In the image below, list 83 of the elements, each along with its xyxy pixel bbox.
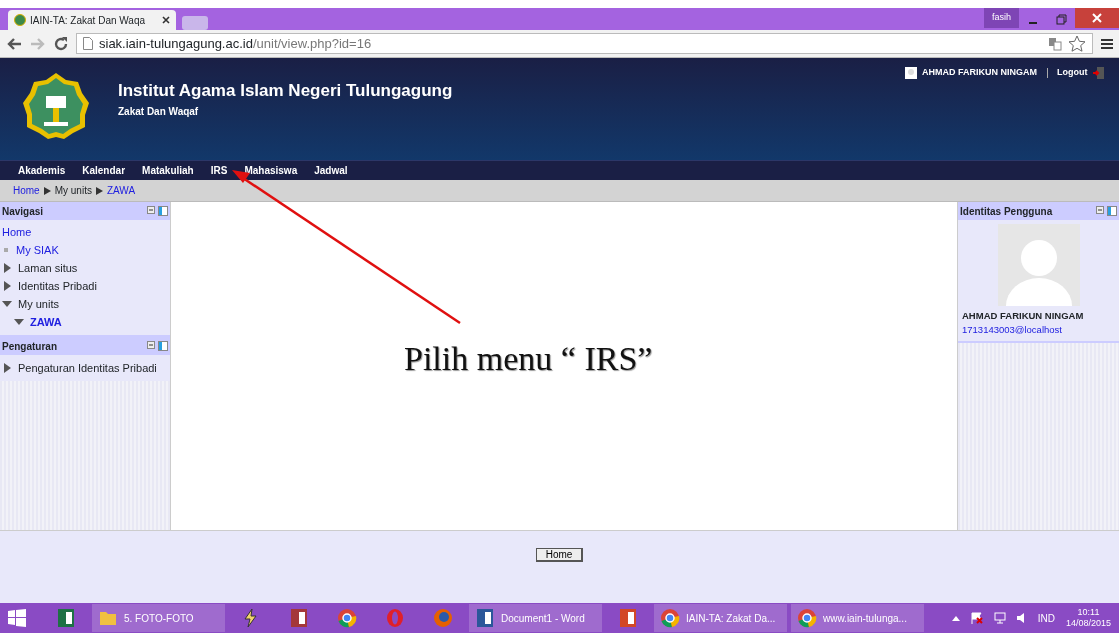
chevron-up-icon[interactable] — [951, 615, 960, 621]
menu-item[interactable]: Mahasiswa — [244, 163, 298, 178]
clock-time: 10:11 — [1076, 607, 1101, 618]
menu-item[interactable]: Matakuliah — [142, 163, 194, 178]
taskbar-button[interactable]: www.iain-tulunga... — [791, 604, 924, 632]
taskbar-label: 5. FOTO-FOTO — [124, 611, 194, 626]
browser-icon — [797, 608, 817, 628]
nav-link[interactable]: My SIAK — [16, 241, 59, 259]
logout-link[interactable]: Logout — [1057, 66, 1088, 80]
database-app-icon — [289, 608, 309, 628]
separator-icon — [43, 186, 51, 195]
expanded-icon[interactable] — [2, 299, 12, 309]
collapse-icon[interactable] — [147, 206, 156, 214]
browser-icon — [337, 608, 357, 628]
clock-date: 14/08/2015 — [1065, 618, 1111, 629]
user-name: AHMAD FARIKUN NINGAM — [962, 308, 1085, 323]
taskbar-label: IAIN-TA: Zakat Da... — [686, 611, 776, 626]
nav-link[interactable]: ZAWA — [30, 313, 62, 331]
browser-tab[interactable]: IAIN-TA: Zakat Dan Waqa — [8, 10, 176, 30]
spreadsheet-icon — [56, 608, 76, 628]
separator-icon — [95, 186, 103, 195]
block-title: Identitas Pengguna — [960, 204, 1053, 219]
menu-icon[interactable] — [1101, 37, 1113, 50]
tab-title: IAIN-TA: Zakat Dan Waqa — [30, 13, 147, 28]
menu-item[interactable]: Akademis — [18, 163, 66, 178]
breadcrumb-item: My units — [54, 184, 92, 198]
nav-item[interactable]: Pengaturan Identitas Pribadi — [18, 359, 157, 377]
nav-link[interactable]: Home — [2, 223, 32, 241]
nav-item[interactable]: Identitas Pribadi — [18, 277, 97, 295]
taskbar-button[interactable]: IAIN-TA: Zakat Da... — [654, 604, 787, 632]
close-icon[interactable] — [162, 16, 170, 24]
language-indicator[interactable]: IND — [1037, 610, 1055, 626]
block-title: Navigasi — [2, 204, 44, 219]
breadcrumb-link[interactable]: ZAWA — [106, 183, 136, 198]
site-subtitle: Zakat Dan Waqaf — [118, 104, 200, 119]
menu-item[interactable]: IRS — [210, 163, 228, 178]
expanded-icon[interactable] — [14, 317, 24, 327]
email-link[interactable]: 1713143003@localhost — [962, 323, 1115, 338]
bullet-icon — [2, 246, 10, 254]
menu-item[interactable]: Kalendar — [82, 163, 126, 178]
annotation-text: Pilih menu “ IRS” — [404, 339, 653, 379]
windows-icon[interactable] — [8, 609, 26, 627]
reload-icon[interactable] — [54, 36, 68, 51]
flag-icon[interactable] — [970, 612, 983, 624]
collapse-icon[interactable] — [147, 341, 156, 349]
avatar-icon — [904, 67, 917, 79]
breadcrumb-link[interactable]: Home — [13, 183, 40, 198]
emblem-icon — [22, 72, 90, 140]
favicon-icon — [14, 14, 26, 26]
exit-door-icon[interactable] — [1093, 66, 1105, 80]
opera-icon — [385, 608, 405, 628]
translate-icon[interactable] — [1048, 36, 1062, 51]
collapsed-icon[interactable] — [2, 363, 12, 373]
avatar-icon — [997, 224, 1080, 306]
profile-label: fasih — [984, 8, 1019, 28]
speaker-icon[interactable] — [1016, 612, 1027, 624]
url-text: siak.iain-tulungagung.ac.id/unit/view.php?id=16 — [99, 34, 372, 53]
page-icon — [83, 37, 93, 50]
nav-item[interactable]: Laman situs — [18, 259, 78, 277]
menu-item[interactable]: Jadwal — [314, 163, 348, 178]
taskbar-label: www.iain-tulunga... — [823, 611, 907, 626]
collapse-icon[interactable] — [1096, 206, 1105, 214]
dock-icon[interactable] — [158, 341, 168, 351]
user-name: AHMAD FARIKUN NINGAM — [922, 66, 1037, 80]
block-title: Pengaturan — [2, 339, 57, 354]
network-icon[interactable] — [993, 612, 1006, 624]
dock-icon[interactable] — [1107, 206, 1117, 216]
taskbar-button[interactable]: 5. FOTO-FOTO — [92, 604, 225, 632]
site-title: Institut Agama Islam Negeri Tulungagung — [118, 80, 453, 102]
collapsed-icon[interactable] — [2, 281, 12, 291]
taskbar-label: Document1 - Word — [501, 611, 585, 626]
back-icon[interactable] — [6, 36, 22, 51]
firefox-icon — [433, 608, 453, 628]
star-icon[interactable] — [1068, 34, 1086, 53]
dock-icon[interactable] — [158, 206, 168, 216]
document-app-icon — [475, 608, 495, 628]
address-bar[interactable]: siak.iain-tulungagung.ac.id/unit/view.php?id=16 — [76, 33, 1093, 54]
slides-app-icon — [618, 608, 638, 628]
collapsed-icon[interactable] — [2, 263, 12, 273]
taskbar-button[interactable]: Document1 - Word — [469, 604, 602, 632]
browser-icon — [660, 608, 680, 628]
nav-item[interactable]: My units — [18, 295, 59, 313]
home-button[interactable]: Home — [535, 548, 584, 562]
